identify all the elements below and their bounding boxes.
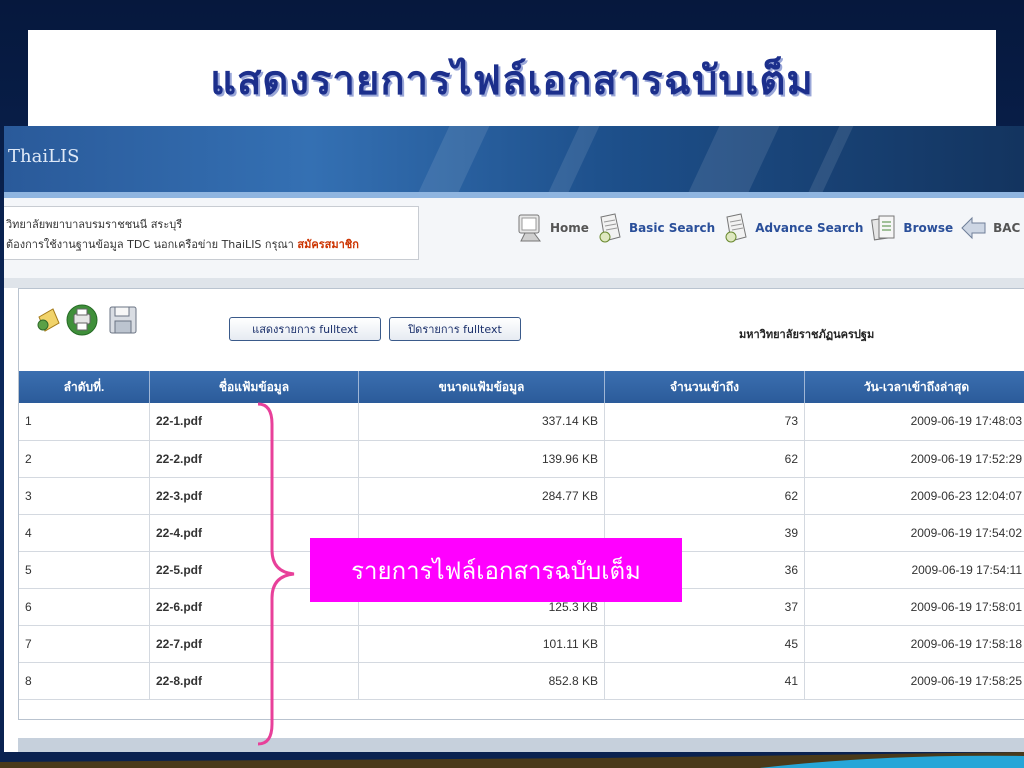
fulltext-toolbar: แสดงรายการ fulltext ปิดรายการ fulltext ม… — [19, 289, 1024, 365]
hit-count: 45 — [604, 625, 805, 663]
file-size: 852.8 KB — [358, 662, 605, 700]
save-icon[interactable] — [107, 303, 137, 337]
last-access: 2009-06-19 17:54:11 — [804, 551, 1024, 589]
panel-footer-bar — [18, 738, 1024, 752]
row-no: 8 — [19, 662, 150, 700]
header-filename[interactable]: ชื่อแฟ้มข้อมูล — [149, 371, 359, 403]
row-no: 1 — [19, 403, 150, 441]
table-row: 8 22-8.pdf 852.8 KB 41 2009-06-19 17:58:… — [19, 662, 1024, 700]
file-table: ลำดับที่. ชื่อแฟ้มข้อมูล ขนาดแฟ้มข้อมูล … — [19, 371, 1024, 700]
nav-back[interactable]: BAC — [959, 211, 1020, 245]
brand-name[interactable]: ThaiLIS — [8, 146, 79, 167]
row-no: 4 — [19, 514, 150, 552]
row-no: 6 — [19, 588, 150, 626]
membership-notice-text: ต้องการใช้งานฐานข้อมูล TDC นอกเครือข่าย … — [6, 238, 294, 251]
membership-notice: ต้องการใช้งานฐานข้อมูล TDC นอกเครือข่าย … — [6, 235, 359, 253]
row-no: 3 — [19, 477, 150, 515]
file-size: 139.96 KB — [358, 440, 605, 478]
last-access: 2009-06-19 17:58:25 — [804, 662, 1024, 700]
header-filesize[interactable]: ขนาดแฟ้มข้อมูล — [358, 371, 605, 403]
nav-advance-search-label: Advance Search — [755, 221, 864, 235]
file-size: 337.14 KB — [358, 403, 605, 441]
nav-basic-search-label: Basic Search — [628, 221, 716, 235]
register-link[interactable]: สมัครสมาชิก — [297, 238, 359, 251]
nav-home[interactable]: Home — [516, 211, 589, 245]
show-fulltext-button[interactable]: แสดงรายการ fulltext — [229, 317, 381, 341]
header-last-access[interactable]: วัน-เวลาเข้าถึงล่าสุด — [804, 371, 1024, 403]
brand-bar: ThaiLIS — [4, 126, 1024, 192]
last-access: 2009-06-19 17:48:03 — [804, 403, 1024, 441]
last-access: 2009-06-19 17:58:01 — [804, 588, 1024, 626]
bottom-swoosh-decoration — [0, 752, 1024, 768]
hit-count: 73 — [604, 403, 805, 441]
print-icon[interactable] — [65, 303, 98, 337]
panel-separator — [4, 278, 1024, 288]
hit-count: 41 — [604, 662, 805, 700]
last-access: 2009-06-19 17:54:02 — [804, 514, 1024, 552]
info-row: วิทยาลัยพยาบาลบรมราชชนนี สระบุรี ต้องการ… — [4, 198, 1024, 278]
institution-name: วิทยาลัยพยาบาลบรมราชชนนี สระบุรี — [6, 218, 183, 231]
row-no: 2 — [19, 440, 150, 478]
file-size: 101.11 KB — [358, 625, 605, 663]
header-hits[interactable]: จำนวนเข้าถึง — [604, 371, 805, 403]
send-icon[interactable] — [35, 303, 65, 337]
fulltext-panel: แสดงรายการ fulltext ปิดรายการ fulltext ม… — [18, 288, 1024, 720]
table-header-row: ลำดับที่. ชื่อแฟ้มข้อมูล ขนาดแฟ้มข้อมูล … — [19, 371, 1024, 403]
last-access: 2009-06-19 17:52:29 — [804, 440, 1024, 478]
monitor-icon — [516, 211, 546, 245]
slide-title-box: แสดงรายการไฟล์เอกสารฉบับเต็ม — [28, 30, 996, 126]
document-search-icon — [595, 211, 625, 245]
file-size: 284.77 KB — [358, 477, 605, 515]
nav-advance-search[interactable]: Advance Search — [721, 211, 863, 245]
main-nav: Home Basic Search Advance Search Browse … — [516, 208, 1024, 248]
nav-back-label: BAC — [993, 221, 1021, 235]
thailis-screenshot: ThaiLIS วิทยาลัยพยาบาลบรมราชชนนี สระบุรี… — [4, 126, 1024, 752]
hit-count: 62 — [604, 440, 805, 478]
nav-browse[interactable]: Browse — [869, 211, 953, 245]
table-row: 2 22-2.pdf 139.96 KB 62 2009-06-19 17:52… — [19, 440, 1024, 478]
table-row: 1 22-1.pdf 337.14 KB 73 2009-06-19 17:48… — [19, 403, 1024, 441]
nav-basic-search[interactable]: Basic Search — [595, 211, 715, 245]
hit-count: 62 — [604, 477, 805, 515]
last-access: 2009-06-23 12:04:07 — [804, 477, 1024, 515]
institution-box: วิทยาลัยพยาบาลบรมราชชนนี สระบุรี ต้องการ… — [4, 206, 419, 260]
table-row: 3 22-3.pdf 284.77 KB 62 2009-06-23 12:04… — [19, 477, 1024, 515]
documents-icon — [869, 211, 899, 245]
fulltext-callout: รายการไฟล์เอกสารฉบับเต็ม — [310, 538, 682, 602]
hide-fulltext-button[interactable]: ปิดรายการ fulltext — [389, 317, 521, 341]
curly-brace-annotation — [257, 402, 295, 746]
nav-home-label: Home — [550, 221, 589, 235]
university-name: มหาวิทยาลัยราชภัฏนครปฐม — [739, 328, 875, 341]
document-search-icon — [721, 211, 751, 245]
row-no: 5 — [19, 551, 150, 589]
back-arrow-icon — [959, 211, 989, 245]
row-no: 7 — [19, 625, 150, 663]
last-access: 2009-06-19 17:58:18 — [804, 625, 1024, 663]
table-row: 7 22-7.pdf 101.11 KB 45 2009-06-19 17:58… — [19, 625, 1024, 663]
nav-browse-label: Browse — [903, 221, 954, 235]
header-no[interactable]: ลำดับที่. — [19, 371, 150, 403]
slide-title: แสดงรายการไฟล์เอกสารฉบับเต็ม — [210, 58, 814, 104]
